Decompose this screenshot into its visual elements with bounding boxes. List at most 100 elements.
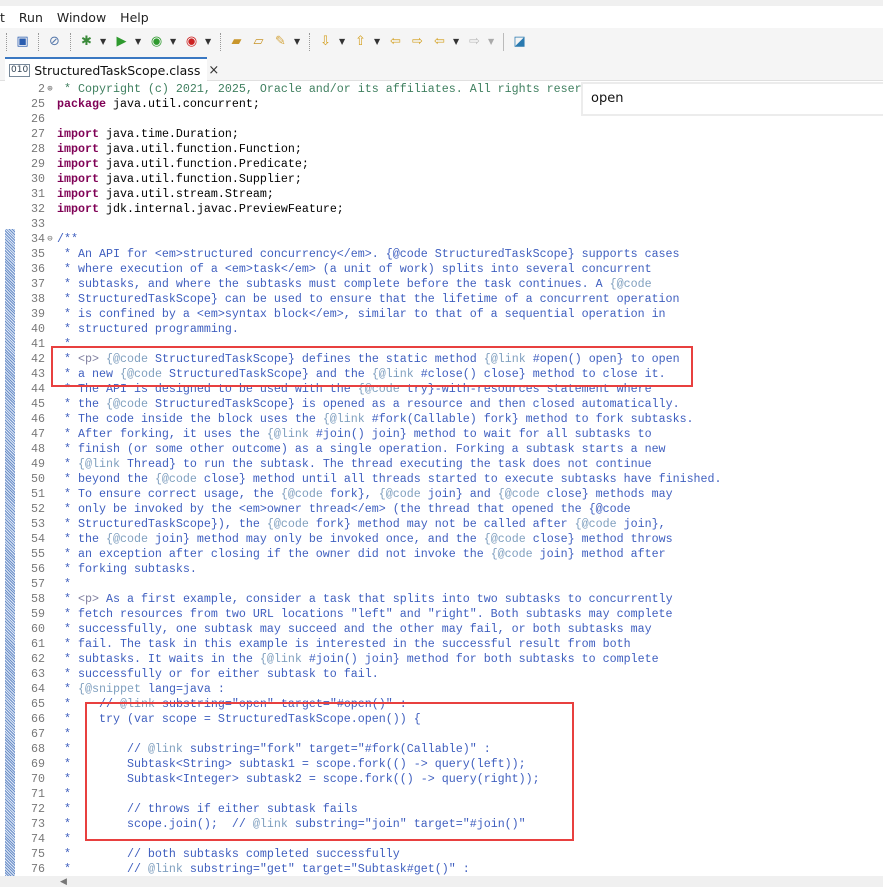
last-edit-icon[interactable]: ⇦ — [387, 33, 404, 50]
toolbar-separator — [220, 32, 221, 51]
code-line: 47 * After forking, it uses the {@link #… — [0, 427, 883, 442]
code-text: package java.util.concurrent; — [57, 97, 260, 111]
open-type-icon[interactable]: ▰ — [228, 33, 245, 50]
new-window-icon[interactable]: ◪ — [511, 33, 528, 50]
code-text: * StructuredTaskScope}), the {@code fork… — [57, 517, 666, 531]
code-line: 57 * — [0, 577, 883, 592]
code-text: * // @link substring="get" target="Subta… — [57, 862, 470, 876]
debug-icon[interactable]: ✱ — [78, 33, 95, 50]
line-number: 40 — [31, 322, 45, 336]
chevron-down-icon[interactable]: ▼ — [100, 37, 108, 46]
line-number: 59 — [31, 607, 45, 621]
code-line: 38 * StructuredTaskScope} can be used to… — [0, 292, 883, 307]
chevron-down-icon[interactable]: ▼ — [488, 37, 496, 46]
next-edit-icon[interactable]: ⇨ — [409, 33, 426, 50]
class-file-icon: 010 — [9, 63, 31, 77]
code-line: 58 * <p> As a first example, consider a … — [0, 592, 883, 607]
code-text: * — [57, 727, 71, 741]
chevron-down-icon[interactable]: ▼ — [170, 37, 178, 46]
chevron-down-icon[interactable]: ▼ — [339, 37, 347, 46]
code-line: 37 * subtasks, and where the subtasks mu… — [0, 277, 883, 292]
code-text: * the {@code join} method may only be in… — [57, 532, 673, 546]
line-number: 47 — [31, 427, 45, 441]
line-number: 33 — [31, 217, 45, 231]
code-line: 50 * beyond the {@code close} method unt… — [0, 472, 883, 487]
code-line: 34 ⊖/** — [0, 232, 883, 247]
next-annotation-icon[interactable]: ⇩ — [317, 33, 334, 50]
line-number: 66 — [31, 712, 45, 726]
line-number: 57 — [31, 577, 45, 591]
expand-fold-icon[interactable]: ⊕ — [45, 82, 55, 97]
code-text: import java.util.function.Predicate; — [57, 157, 309, 171]
external-tools-icon[interactable]: ◉ — [183, 33, 200, 50]
code-line: 55 * an exception after closing if the o… — [0, 547, 883, 562]
line-number: 70 — [31, 772, 45, 786]
menu-run[interactable]: Run — [19, 10, 43, 25]
code-text: * is confined by a <em>syntax block</em>… — [57, 307, 666, 321]
code-text: /** — [57, 232, 78, 246]
line-number: 37 — [31, 277, 45, 291]
line-number: 35 — [31, 247, 45, 261]
menu-help[interactable]: Help — [120, 10, 149, 25]
line-number: 25 — [31, 97, 45, 111]
line-number: 51 — [31, 487, 45, 501]
line-number: 48 — [31, 442, 45, 456]
open-task-icon[interactable]: ▱ — [250, 33, 267, 50]
code-line: 52 * only be invoked by the <em>owner th… — [0, 502, 883, 517]
forward-icon[interactable]: ⇨ — [466, 33, 483, 50]
code-text: * subtasks, and where the subtasks must … — [57, 277, 652, 291]
find-input[interactable]: open — [581, 82, 883, 116]
chevron-down-icon[interactable]: ▼ — [374, 37, 382, 46]
code-text: * structured programming. — [57, 322, 239, 336]
code-text: * where execution of a <em>task</em> (a … — [57, 262, 652, 276]
collapse-fold-icon[interactable]: ⊖ — [45, 232, 55, 247]
code-text: * — [57, 577, 71, 591]
skip-breakpoints-icon[interactable]: ⊘ — [46, 33, 63, 50]
line-number: 53 — [31, 517, 45, 531]
code-text: * StructuredTaskScope} can be used to en… — [57, 292, 680, 306]
tab-structuredtaskscope-class[interactable]: 010 StructuredTaskScope.class × — [5, 57, 219, 81]
code-line: 33 — [0, 217, 883, 232]
line-number: 62 — [31, 652, 45, 666]
scroll-left-icon[interactable]: ◀ — [60, 877, 67, 887]
chevron-down-icon[interactable]: ▼ — [135, 37, 143, 46]
code-line: 32 import jdk.internal.javac.PreviewFeatu… — [0, 202, 883, 217]
menu-window[interactable]: Window — [57, 10, 106, 25]
toolbar-separator — [6, 32, 7, 51]
code-text: * {@link Thread} to run the subtask. The… — [57, 457, 652, 471]
chevron-down-icon[interactable]: ▼ — [205, 37, 213, 46]
toolbar-separator — [70, 32, 71, 51]
code-text: * — [57, 787, 71, 801]
chevron-down-icon[interactable]: ▼ — [453, 37, 461, 46]
line-number: 74 — [31, 832, 45, 846]
code-line: 28 import java.util.function.Function; — [0, 142, 883, 157]
previous-annotation-icon[interactable]: ⇧ — [352, 33, 369, 50]
line-number: 54 — [31, 532, 45, 546]
menu-edit[interactable]: t — [0, 10, 5, 25]
search-icon[interactable]: ✎ — [272, 33, 289, 50]
display-icon[interactable]: ▣ — [14, 33, 31, 50]
horizontal-scrollbar[interactable]: ◀ — [0, 876, 883, 887]
back-icon[interactable]: ⇦ — [431, 33, 448, 50]
line-number: 27 — [31, 127, 45, 141]
chevron-down-icon[interactable]: ▼ — [294, 37, 302, 46]
code-line: 75 * // both subtasks completed successf… — [0, 847, 883, 862]
run-icon[interactable]: ▶ — [113, 33, 130, 50]
code-text: * finish (or some other outcome) as a si… — [57, 442, 666, 456]
line-number: 49 — [31, 457, 45, 471]
code-line: 48 * finish (or some other outcome) as a… — [0, 442, 883, 457]
line-number: 75 — [31, 847, 45, 861]
run-coverage-icon[interactable]: ◉ — [148, 33, 165, 50]
line-number: 42 — [31, 352, 45, 366]
code-text: * <p> As a first example, consider a tas… — [57, 592, 673, 606]
line-number: 60 — [31, 622, 45, 636]
close-icon[interactable]: × — [208, 63, 219, 78]
code-text: * An API for <em>structured concurrency<… — [57, 247, 680, 261]
line-number: 30 — [31, 172, 45, 186]
code-line: 59 * fetch resources from two URL locati… — [0, 607, 883, 622]
line-number: 31 — [31, 187, 45, 201]
code-text: * beyond the {@code close} method until … — [57, 472, 722, 486]
line-number: 45 — [31, 397, 45, 411]
code-text: * After forking, it uses the {@link #joi… — [57, 427, 652, 441]
line-number: 73 — [31, 817, 45, 831]
